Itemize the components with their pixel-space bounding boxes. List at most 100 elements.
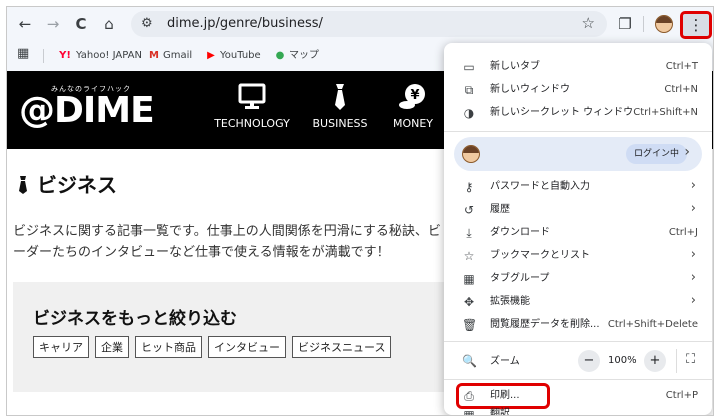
bookmark-label: マップ	[289, 50, 319, 61]
browser-toolbar: ← → C ⌂ ⚙ dime.jp/genre/business/ ☆ ❐ ⋮	[7, 7, 713, 41]
menu-label: 新しいウィンドウ	[490, 84, 570, 95]
menu-new-window[interactable]: ⧉ 新しいウィンドウ Ctrl+N	[444, 79, 712, 101]
history-icon: ↺	[463, 203, 475, 217]
key-icon: ⚷	[464, 180, 474, 194]
menu-bookmarks[interactable]: ☆ ブックマークとリスト ›	[444, 245, 712, 267]
bookmark-youtube[interactable]: ▶ YouTube	[205, 49, 261, 63]
yen-coins-icon: ¥	[399, 84, 425, 109]
menu-divider	[444, 341, 712, 342]
chevron-right-icon: ›	[690, 178, 696, 193]
menu-shortcut: Ctrl+T	[665, 61, 698, 72]
menu-label: 新しいシークレット ウィンドウ	[490, 107, 634, 118]
menu-label: 翻訳	[490, 408, 510, 415]
nav-label: MONEY	[392, 117, 434, 130]
intro-line: ビジネスに関する記事一覧です。仕事上の人間関係を円滑にする秘訣、ビ	[13, 224, 441, 239]
nav-label: BUSINESS	[312, 117, 368, 130]
chevron-right-icon: ›	[690, 201, 696, 216]
profile-avatar[interactable]	[655, 15, 673, 33]
home-icon[interactable]: ⌂	[99, 14, 119, 34]
menu-clear-browsing-data[interactable]: 🗑 閲覧履歴データを削除... Ctrl+Shift+Delete	[444, 314, 712, 336]
login-status-badge: ログイン中	[626, 144, 688, 164]
bookmark-gmail[interactable]: M Gmail	[148, 49, 192, 63]
bookmarks-divider	[43, 49, 44, 63]
bookmark-star-icon[interactable]: ☆	[582, 14, 595, 32]
reload-icon[interactable]: C	[71, 14, 91, 34]
menu-history[interactable]: ↺ 履歴 ›	[444, 199, 712, 221]
zoom-out-button[interactable]: −	[578, 350, 600, 372]
nav-money[interactable]: ¥ MONEY	[385, 83, 441, 130]
zoom-value: 100%	[608, 355, 637, 366]
menu-shortcut: Ctrl+Shift+N	[633, 107, 698, 118]
download-icon: ⤓	[466, 226, 472, 240]
menu-label: ブックマークとリスト	[490, 250, 590, 261]
new-window-icon: ⧉	[464, 83, 474, 97]
menu-profile-row[interactable]: ログイン中 ›	[454, 137, 702, 171]
dime-logo[interactable]: @DIME	[19, 91, 155, 131]
fullscreen-icon[interactable]: ⛶	[686, 352, 695, 367]
menu-shortcut: Ctrl+P	[665, 390, 698, 401]
menu-translate-partial[interactable]: ▦ 翻訳	[444, 407, 712, 415]
yahoo-icon: Y!	[59, 50, 71, 61]
intro-line: ーダーたちのインタビューなど仕事で使える情報をが満載です！	[13, 245, 390, 260]
menu-label: 拡張機能	[490, 296, 530, 307]
browser-window: ← → C ⌂ ⚙ dime.jp/genre/business/ ☆ ❐ ⋮ …	[6, 6, 714, 416]
menu-divider	[444, 379, 712, 380]
site-info-icon[interactable]: ⚙	[141, 15, 153, 33]
translate-icon: ▦	[463, 408, 475, 415]
menu-new-incognito[interactable]: ◑ 新しいシークレット ウィンドウ Ctrl+Shift+N	[444, 102, 712, 124]
chevron-right-icon: ›	[684, 144, 690, 160]
menu-zoom-row: 🔍 ズーム − 100% + ⛶	[444, 347, 712, 375]
tag-interview[interactable]: インタビュー	[208, 336, 286, 358]
zoom-label: ズーム	[490, 356, 520, 367]
tag-career[interactable]: キャリア	[33, 336, 89, 358]
menu-shortcut: Ctrl+N	[664, 84, 698, 95]
page-title-text: ビジネス	[37, 173, 117, 197]
address-bar[interactable]: ⚙ dime.jp/genre/business/ ☆	[131, 11, 607, 37]
intro-text: ビジネスに関する記事一覧です。仕事上の人間関係を円滑にする秘訣、ビ ーダーたちの…	[13, 221, 483, 263]
menu-label: 閲覧履歴データを削除...	[490, 319, 600, 330]
bookmark-maps[interactable]: ● マップ	[274, 49, 319, 63]
filter-title: ビジネスをもっと絞り込む	[33, 309, 237, 329]
nav-technology[interactable]: TECHNOLOGY	[207, 83, 297, 130]
menu-label: パスワードと自動入力	[490, 181, 590, 192]
extensions-icon[interactable]: ❐	[615, 14, 635, 34]
menu-downloads[interactable]: ⤓ ダウンロード Ctrl+J	[444, 222, 712, 244]
toolbar-divider	[643, 16, 644, 32]
forward-icon[interactable]: →	[43, 14, 63, 34]
puzzle-icon: ✥	[463, 295, 475, 309]
menu-extensions[interactable]: ✥ 拡張機能 ›	[444, 291, 712, 313]
tag-list: キャリア 企業 ヒット商品 インタビュー ビジネスニュース	[33, 336, 397, 358]
svg-text:¥: ¥	[410, 88, 419, 103]
tag-company[interactable]: 企業	[95, 336, 129, 358]
youtube-icon: ▶	[207, 50, 215, 61]
nav-business[interactable]: BUSINESS	[307, 83, 373, 130]
chevron-right-icon: ›	[690, 270, 696, 285]
monitor-icon	[238, 83, 266, 109]
bookmark-yahoo[interactable]: Y! Yahoo! JAPAN	[57, 49, 142, 63]
menu-shortcut: Ctrl+J	[668, 227, 698, 238]
trash-icon: 🗑	[462, 318, 478, 332]
back-icon[interactable]: ←	[15, 14, 35, 34]
filter-box: ビジネスをもっと絞り込む キャリア 企業 ヒット商品 インタビュー ビジネスニュース	[13, 282, 483, 392]
menu-label: ダウンロード	[490, 227, 550, 238]
necktie-icon	[19, 176, 27, 194]
menu-passwords[interactable]: ⚷ パスワードと自動入力 ›	[444, 176, 712, 198]
profile-avatar	[462, 145, 480, 163]
menu-label: 履歴	[490, 204, 510, 215]
chrome-menu: ▭ 新しいタブ Ctrl+T ⧉ 新しいウィンドウ Ctrl+N ◑ 新しいシー…	[444, 43, 712, 415]
page-title: ビジネス	[17, 169, 117, 198]
maps-icon: ●	[275, 50, 285, 61]
menu-label: タブグループ	[490, 273, 550, 284]
url-text[interactable]: dime.jp/genre/business/	[167, 16, 323, 32]
menu-tab-groups[interactable]: ▦ タブグループ ›	[444, 268, 712, 290]
chrome-menu-button[interactable]: ⋮	[680, 11, 712, 39]
zoom-in-button[interactable]: +	[644, 350, 666, 372]
tag-business-news[interactable]: ビジネスニュース	[292, 336, 392, 358]
tag-hit-products[interactable]: ヒット商品	[135, 336, 202, 358]
incognito-icon: ◑	[463, 106, 475, 120]
menu-shortcut: Ctrl+Shift+Delete	[607, 319, 698, 330]
nav-label: TECHNOLOGY	[214, 117, 290, 130]
chevron-right-icon: ›	[690, 247, 696, 262]
apps-grid-icon[interactable]: ▦	[17, 47, 29, 61]
menu-new-tab[interactable]: ▭ 新しいタブ Ctrl+T	[444, 56, 712, 78]
